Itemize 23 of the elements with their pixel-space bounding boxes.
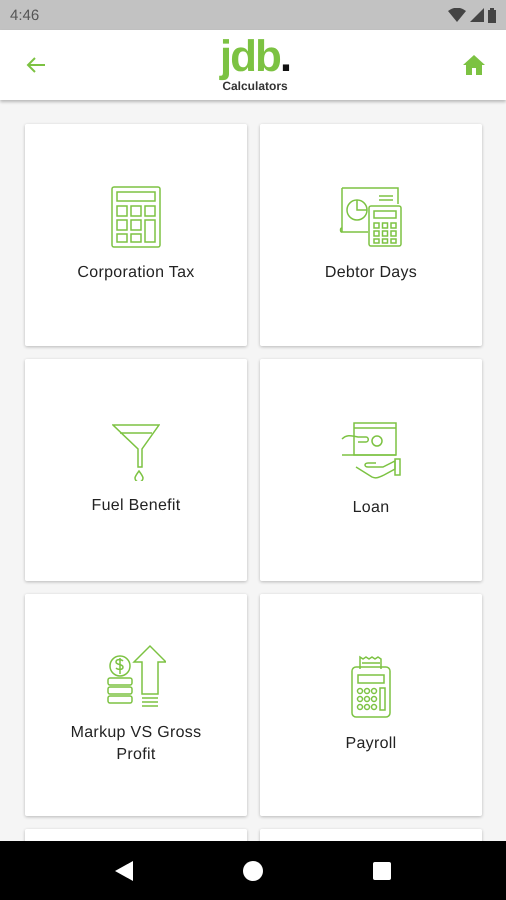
calculator-card[interactable]: Markup VS Gross Profit	[25, 594, 247, 816]
calculator-card[interactable]: Payroll	[260, 594, 482, 816]
back-nav-button[interactable]	[115, 860, 133, 880]
home-icon	[462, 54, 486, 76]
calculator-icon	[111, 186, 161, 248]
home-circle-icon	[243, 860, 263, 880]
status-time: 4:46	[10, 6, 40, 24]
calculator-card[interactable]: Corporation Tax	[25, 124, 247, 346]
calculator-card[interactable]: Fuel Benefit	[25, 359, 247, 581]
calculator-card[interactable]: Debtor Days	[260, 124, 482, 346]
app-subtitle: Calculators	[222, 79, 288, 93]
funnel-icon	[112, 423, 160, 481]
signal-icon	[470, 8, 484, 22]
home-nav-button[interactable]	[243, 860, 263, 880]
recents-nav-button[interactable]	[373, 862, 391, 880]
battery-icon	[488, 8, 496, 22]
recents-square-icon	[373, 862, 391, 880]
back-triangle-icon	[115, 860, 133, 880]
wifi-icon	[448, 8, 466, 22]
chart-calculator-icon	[339, 186, 403, 248]
coins-arrow-icon	[106, 644, 166, 708]
calculator-card[interactable]: Loan	[260, 359, 482, 581]
card-terminal-icon	[350, 655, 392, 719]
